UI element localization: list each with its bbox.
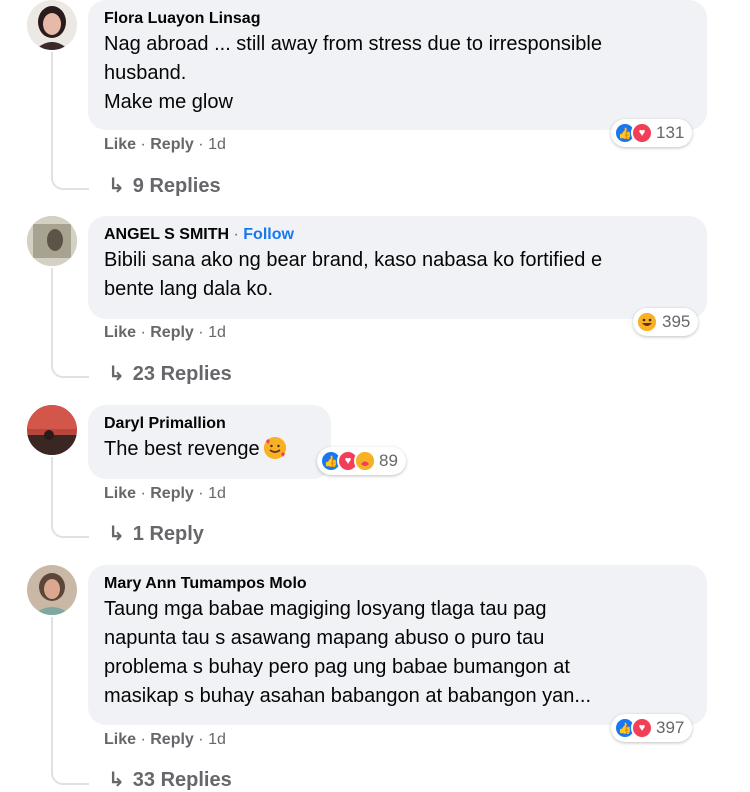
reply-button[interactable]: Reply: [150, 324, 194, 341]
comment-text-line: problema s buhay pero pag ung babae buma…: [104, 656, 570, 678]
reaction-summary[interactable]: 👍 ♥ 131: [611, 119, 693, 147]
view-replies-button[interactable]: ↳ 33 Replies: [108, 767, 232, 792]
separator: ·: [198, 485, 204, 502]
replies-count: 9 Replies: [132, 175, 221, 197]
avatar[interactable]: [27, 0, 77, 50]
comment-bubble: Flora Luayon Linsag Nag abroad ... still…: [88, 0, 707, 130]
comment-author[interactable]: Mary Ann Tumampos Molo: [104, 573, 693, 595]
reaction-count: 397: [656, 718, 685, 737]
replies-count: 1 Reply: [132, 523, 204, 545]
like-button[interactable]: Like: [104, 485, 136, 502]
reaction-summary[interactable]: 👍 ♥ 397: [611, 714, 693, 742]
thread-connector: [51, 268, 89, 378]
reply-arrow-icon: ↳: [108, 175, 125, 197]
separator: ·: [233, 226, 239, 243]
separator: ·: [198, 731, 204, 748]
separator: ·: [140, 485, 146, 502]
comment-author[interactable]: Daryl Primallion: [104, 413, 317, 435]
comment-actions: Like · Reply · 1d: [104, 324, 226, 342]
care-icon: [354, 450, 376, 472]
comment-text-line: Taung mga babae magiging losyang tlaga t…: [104, 598, 547, 620]
separator: ·: [140, 731, 146, 748]
reaction-count: 131: [656, 123, 685, 142]
view-replies-button[interactable]: ↳ 1 Reply: [108, 521, 204, 546]
reaction-count: 89: [379, 451, 398, 470]
comment-actions: Like · Reply · 1d: [104, 485, 226, 503]
comment-bubble: Mary Ann Tumampos Molo Taung mga babae m…: [88, 565, 707, 725]
follow-button[interactable]: Follow: [243, 226, 294, 243]
comment-author-row: ANGEL S SMITH · Follow: [104, 224, 693, 246]
comment-text-row: The best revenge: [104, 435, 317, 464]
comment-bubble: Daryl Primallion The best revenge: [88, 405, 331, 479]
timestamp[interactable]: 1d: [208, 136, 226, 153]
reaction-count: 395: [662, 312, 691, 331]
avatar[interactable]: [27, 405, 77, 455]
like-button[interactable]: Like: [104, 136, 136, 153]
comment-text-line: The best revenge: [104, 438, 260, 460]
like-button[interactable]: Like: [104, 324, 136, 341]
heart-icon: ♥: [631, 717, 653, 739]
thread-connector: [51, 52, 89, 190]
separator: ·: [140, 136, 146, 153]
thread-connector: [51, 457, 89, 538]
comment-text-line: napunta tau s asawang mapang abuso o pur…: [104, 627, 545, 649]
comment-text-line: husband.: [104, 62, 187, 84]
timestamp[interactable]: 1d: [208, 324, 226, 341]
thread-connector: [51, 617, 89, 785]
comment-actions: Like · Reply · 1d: [104, 731, 226, 749]
separator: ·: [198, 136, 204, 153]
reaction-summary[interactable]: 395: [633, 308, 699, 336]
comment-text-line: Nag abroad ... still away from stress du…: [104, 33, 602, 55]
comment-actions: Like · Reply · 1d: [104, 136, 226, 154]
reply-arrow-icon: ↳: [108, 363, 125, 385]
reply-arrow-icon: ↳: [108, 769, 125, 791]
heart-icon: ♥: [631, 122, 653, 144]
replies-count: 33 Replies: [132, 769, 232, 791]
comment-text-line: masikap s buhay asahan babangon at baban…: [104, 685, 592, 707]
view-replies-button[interactable]: ↳ 23 Replies: [108, 361, 232, 386]
comment-author[interactable]: ANGEL S SMITH: [104, 226, 229, 243]
separator: ·: [140, 324, 146, 341]
reply-button[interactable]: Reply: [150, 136, 194, 153]
timestamp[interactable]: 1d: [208, 485, 226, 502]
like-button[interactable]: Like: [104, 731, 136, 748]
reaction-summary[interactable]: 👍 ♥ 89: [317, 447, 406, 475]
view-replies-button[interactable]: ↳ 9 Replies: [108, 173, 221, 198]
comment-bubble: ANGEL S SMITH · Follow Bibili sana ako n…: [88, 216, 707, 319]
timestamp[interactable]: 1d: [208, 731, 226, 748]
comment-text-line: bente lang dala ko.: [104, 278, 274, 300]
smiling-hearts-emoji-icon: [263, 437, 286, 459]
replies-count: 23 Replies: [132, 363, 232, 385]
separator: ·: [198, 324, 204, 341]
comment-text-line: Bibili sana ako ng bear brand, kaso naba…: [104, 249, 603, 271]
avatar[interactable]: [27, 565, 77, 615]
reply-button[interactable]: Reply: [150, 731, 194, 748]
reply-button[interactable]: Reply: [150, 485, 194, 502]
haha-icon: [636, 311, 658, 333]
comment-text-line: Make me glow: [104, 91, 233, 113]
reply-arrow-icon: ↳: [108, 523, 125, 545]
comment-author[interactable]: Flora Luayon Linsag: [104, 8, 693, 30]
avatar[interactable]: [27, 216, 77, 266]
